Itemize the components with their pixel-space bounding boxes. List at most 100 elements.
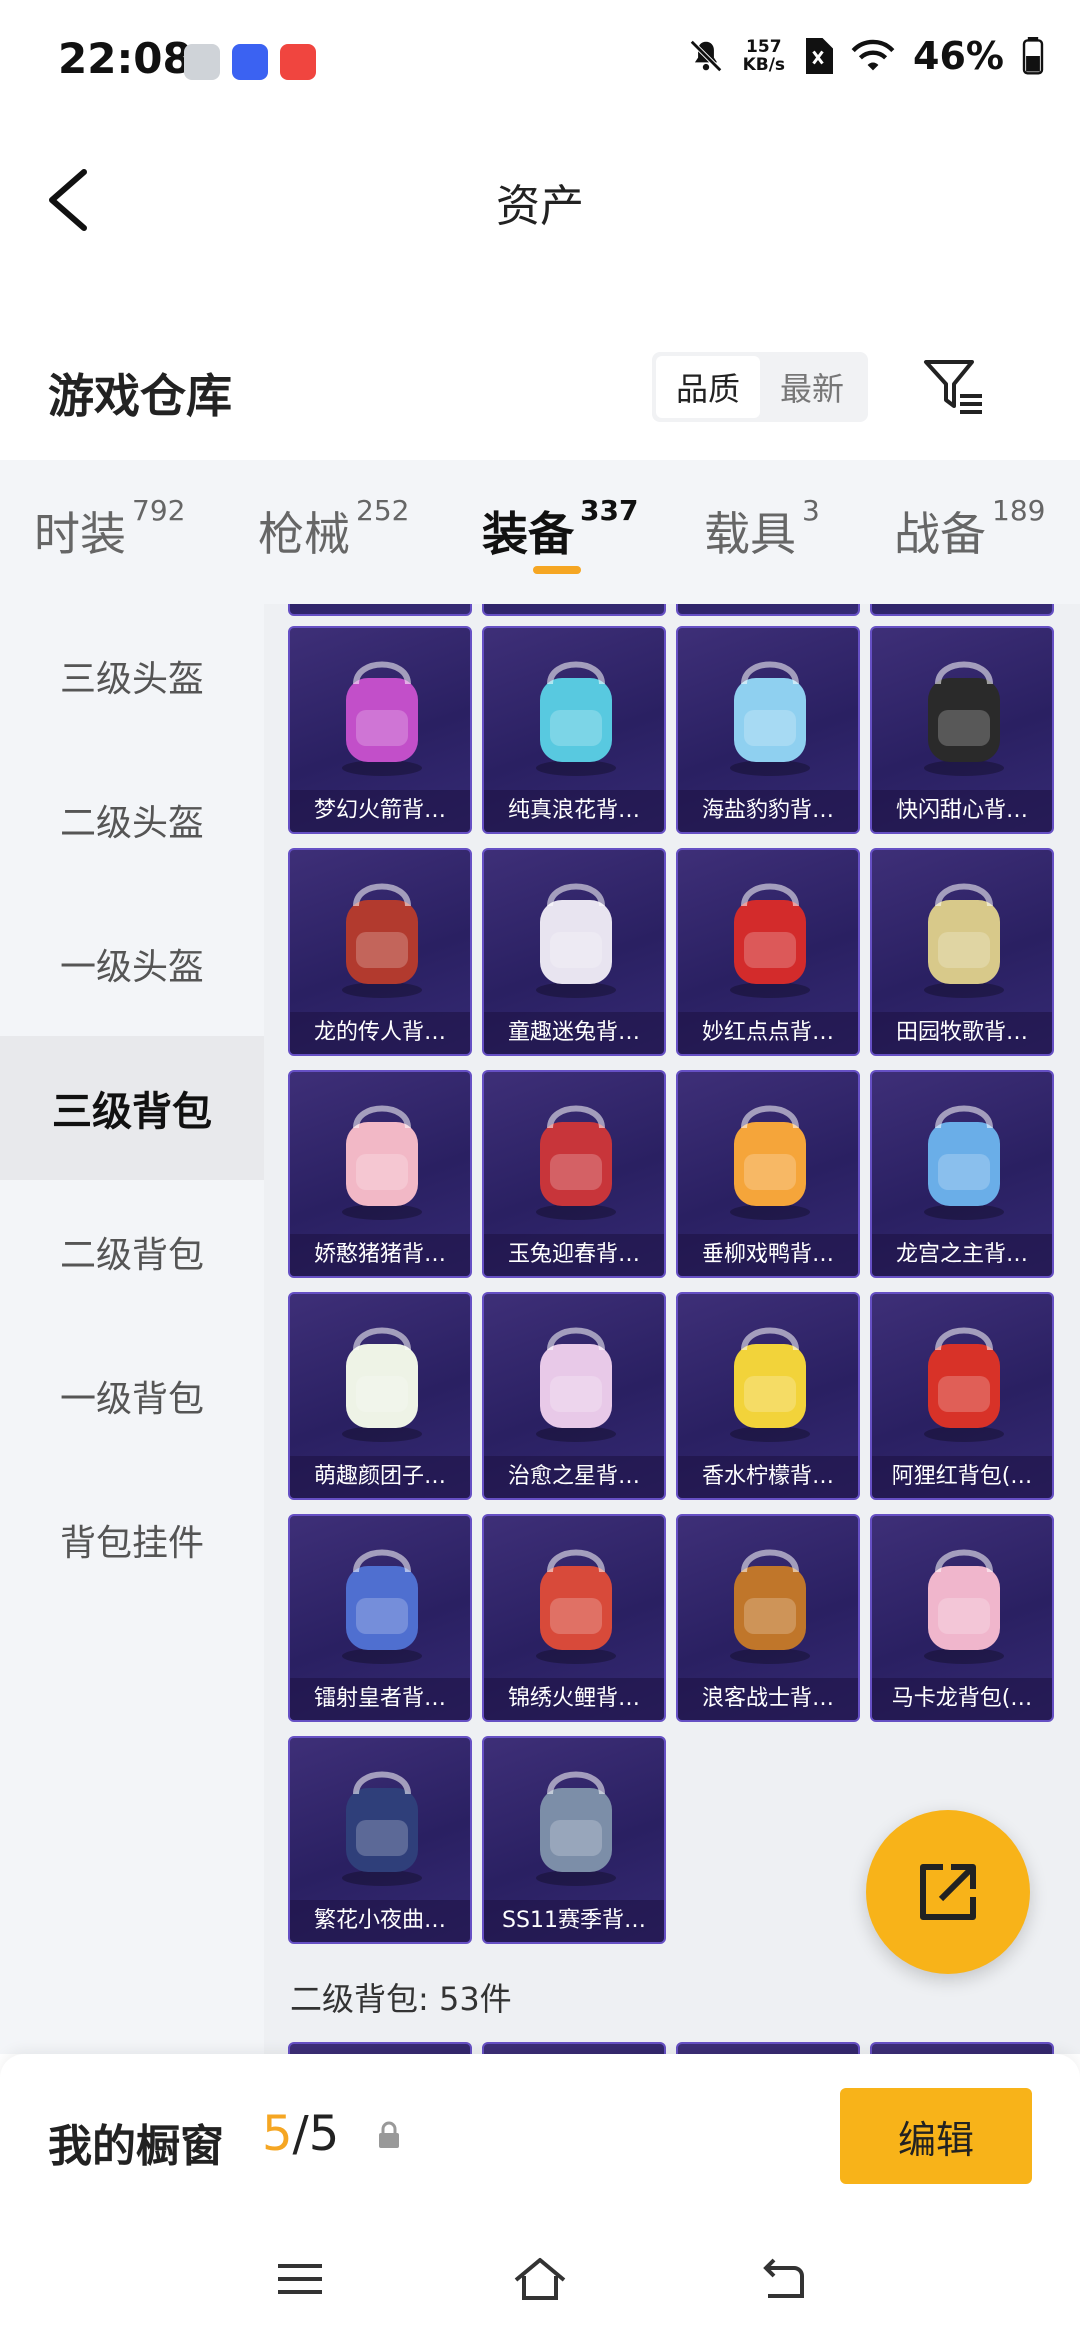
warehouse-header: 游戏仓库 品质 最新 — [0, 330, 1080, 450]
duck-backpack-icon — [730, 1105, 810, 1220]
warrior-backpack-icon — [730, 1549, 810, 1664]
tab-fashion[interactable]: 时装 792 — [34, 494, 185, 564]
item-name: 香水柠檬背… — [678, 1456, 858, 1498]
tab-vehicles[interactable]: 载具 3 — [704, 494, 820, 564]
item-name: 龙的传人背… — [290, 1012, 470, 1054]
share-button[interactable] — [866, 1810, 1030, 1974]
dumpling-backpack-icon — [342, 1327, 422, 1442]
item-card[interactable]: SS11赛季背… — [482, 1736, 666, 1944]
sort-quality-button[interactable]: 品质 — [656, 356, 760, 418]
item-name: 梦幻火箭背… — [290, 790, 470, 832]
item-card[interactable]: 纯真浪花背… — [482, 626, 666, 834]
tab-equipment[interactable]: 装备 337 — [482, 494, 638, 564]
item-card[interactable]: 马卡龙背包(… — [870, 1514, 1054, 1722]
item-name: 快闪甜心背… — [872, 790, 1052, 832]
pig-backpack-icon — [342, 1105, 422, 1220]
wifi-icon — [851, 39, 895, 71]
item-name: 纯真浪花背… — [484, 790, 664, 832]
sidebar-item-backpack-2[interactable]: 二级背包 — [0, 1180, 264, 1324]
partial-card — [676, 604, 860, 616]
sort-toggle: 品质 最新 — [652, 352, 868, 422]
dragon-backpack-icon — [342, 883, 422, 998]
rabbit-backpack-icon — [536, 1105, 616, 1220]
showcase-bar: 我的橱窗 5/5 编辑 — [0, 2054, 1080, 2214]
filter-icon[interactable] — [920, 354, 986, 420]
item-name: 萌趣颜团子… — [290, 1456, 470, 1498]
item-card[interactable]: 玉兔迎春背… — [482, 1070, 666, 1278]
koi-backpack-icon — [536, 1549, 616, 1664]
season-backpack-icon — [536, 1771, 616, 1886]
sidebar-item-backpack-pendant[interactable]: 背包挂件 — [0, 1468, 264, 1612]
item-name: 娇憨猪猪背… — [290, 1234, 470, 1276]
partial-card — [482, 604, 666, 616]
share-external-icon — [920, 1864, 976, 1920]
item-card[interactable]: 海盐豹豹背… — [676, 626, 860, 834]
item-card[interactable]: 梦幻火箭背… — [288, 626, 472, 834]
item-card[interactable]: 香水柠檬背… — [676, 1292, 860, 1500]
item-card[interactable]: 治愈之星背… — [482, 1292, 666, 1500]
item-name: 浪客战士背… — [678, 1678, 858, 1720]
item-name: 锦绣火鲤背… — [484, 1678, 664, 1720]
active-tab-indicator — [533, 566, 581, 574]
sidebar-item-backpack-3[interactable]: 三级背包 — [0, 1036, 264, 1180]
item-name: 田园牧歌背… — [872, 1012, 1052, 1054]
sidebar-item-helmet-3[interactable]: 三级头盔 — [0, 604, 264, 748]
item-card[interactable]: 娇憨猪猪背… — [288, 1070, 472, 1278]
tab-supplies[interactable]: 战备 189 — [894, 494, 1045, 564]
basket-backpack-icon — [924, 883, 1004, 998]
item-card[interactable]: 龙宫之主背… — [870, 1070, 1054, 1278]
app-header: 资产 — [0, 140, 1080, 260]
item-name: 阿狸红背包(… — [872, 1456, 1052, 1498]
seal-backpack-icon — [730, 661, 810, 776]
item-name: 妙红点点背… — [678, 1012, 858, 1054]
lock-icon — [379, 2121, 399, 2148]
wave-backpack-icon — [536, 661, 616, 776]
subcategory-sidebar: 三级头盔 二级头盔 一级头盔 三级背包 二级背包 一级背包 背包挂件 — [0, 604, 264, 2054]
item-card[interactable]: 妙红点点背… — [676, 848, 860, 1056]
item-card[interactable]: 浪客战士背… — [676, 1514, 860, 1722]
partial-card — [288, 604, 472, 616]
bunny-backpack-icon — [536, 883, 616, 998]
edit-button[interactable]: 编辑 — [840, 2088, 1032, 2184]
palace-backpack-icon — [924, 1105, 1004, 1220]
item-card[interactable]: 萌趣颜团子… — [288, 1292, 472, 1500]
section-footer-count: 二级背包: 53件 — [290, 1980, 512, 2018]
item-card[interactable]: 龙的传人背… — [288, 848, 472, 1056]
sidebar-item-helmet-1[interactable]: 一级头盔 — [0, 892, 264, 1036]
star-backpack-icon — [536, 1327, 616, 1442]
item-name: 治愈之星背… — [484, 1456, 664, 1498]
fox-backpack-icon — [924, 1327, 1004, 1442]
item-card[interactable]: 童趣迷兔背… — [482, 848, 666, 1056]
status-bar: 22:08 157 KB/s 46% — [0, 0, 1080, 120]
sidebar-item-helmet-2[interactable]: 二级头盔 — [0, 748, 264, 892]
category-tabs: 时装 792 枪械 252 装备 337 载具 3 战备 189 — [0, 460, 1080, 604]
item-name: 繁花小夜曲… — [290, 1900, 470, 1942]
item-card[interactable]: 锦绣火鲤背… — [482, 1514, 666, 1722]
partial-card — [482, 2042, 666, 2054]
back-nav-icon[interactable] — [752, 2254, 808, 2304]
flower-backpack-icon — [342, 1771, 422, 1886]
item-card[interactable]: 阿狸红背包(… — [870, 1292, 1054, 1500]
item-card[interactable]: 田园牧歌背… — [870, 848, 1054, 1056]
sidebar-item-backpack-1[interactable]: 一级背包 — [0, 1324, 264, 1468]
lemon-backpack-icon — [730, 1327, 810, 1442]
page-title: 资产 — [496, 181, 584, 232]
item-card[interactable]: 快闪甜心背… — [870, 626, 1054, 834]
battery-icon — [1022, 37, 1044, 75]
partial-card — [870, 604, 1054, 616]
sort-newest-button[interactable]: 最新 — [760, 356, 864, 418]
warehouse-title: 游戏仓库 — [48, 369, 232, 423]
item-name: 玉兔迎春背… — [484, 1234, 664, 1276]
item-card[interactable]: 垂柳戏鸭背… — [676, 1070, 860, 1278]
tab-guns[interactable]: 枪械 252 — [258, 494, 409, 564]
item-card[interactable]: 繁花小夜曲… — [288, 1736, 472, 1944]
item-card[interactable]: 镭射皇者背… — [288, 1514, 472, 1722]
menu-icon[interactable] — [272, 2254, 328, 2304]
macaron-backpack-icon — [924, 1549, 1004, 1664]
status-time: 22:08 — [58, 34, 192, 83]
item-name: 海盐豹豹背… — [678, 790, 858, 832]
battery-level: 46% — [913, 34, 1004, 78]
sweetheart-backpack-icon — [924, 661, 1004, 776]
net-speed: 157 KB/s — [742, 37, 786, 75]
home-icon[interactable] — [512, 2254, 568, 2304]
